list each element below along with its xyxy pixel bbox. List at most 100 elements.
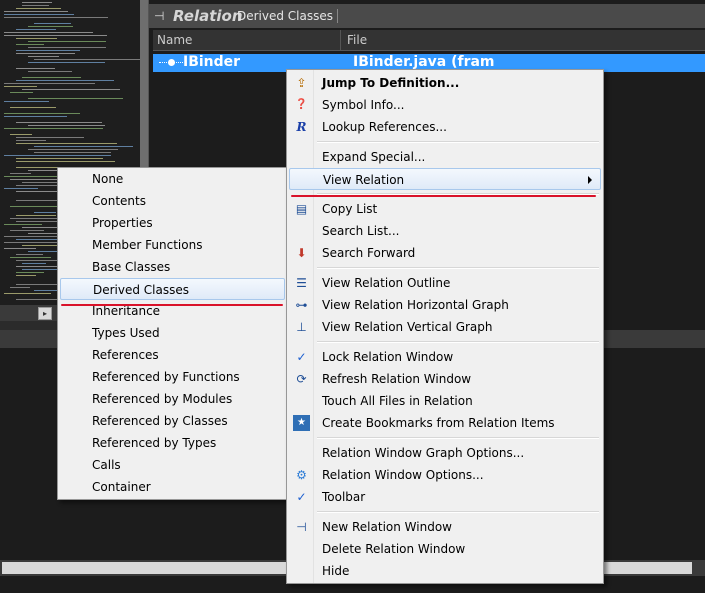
menu-item-expand-special[interactable]: Expand Special... — [289, 146, 601, 168]
submenu-item-member-functions[interactable]: Member Functions — [60, 234, 285, 256]
submenu-item-label: Calls — [92, 458, 121, 472]
menu-item-copy-list[interactable]: ▤ Copy List — [289, 198, 601, 220]
menu-item-label: Delete Relation Window — [322, 542, 466, 556]
refresh-icon: ⟳ — [296, 372, 307, 386]
code-line — [22, 263, 46, 264]
menu-item-relation-window-graph-options[interactable]: Relation Window Graph Options... — [289, 442, 601, 464]
menu-item-label: Jump To Definition... — [322, 76, 460, 90]
code-line — [28, 149, 118, 150]
vertical-graph-icon: ⊥ — [296, 320, 307, 334]
menu-item-label: Lookup References... — [322, 120, 447, 134]
column-name[interactable]: Name — [157, 33, 192, 47]
menu-item-label: Toolbar — [322, 490, 366, 504]
menu-item-search-forward[interactable]: ⬇ Search Forward — [289, 242, 601, 264]
bookmark-icon: ★ — [293, 415, 310, 431]
menu-item-view-relation-vertical-graph[interactable]: ⊥ View Relation Vertical Graph — [289, 316, 601, 338]
menu-separator — [317, 141, 599, 143]
lookup-references-icon: R — [296, 120, 307, 134]
submenu-item-derived-classes[interactable]: Derived Classes — [60, 278, 285, 300]
menu-item-hide[interactable]: Hide — [289, 560, 601, 582]
submenu-item-label: Derived Classes — [93, 283, 190, 297]
submenu-item-calls[interactable]: Calls — [60, 454, 285, 476]
menu-item-search-list[interactable]: Search List... — [289, 220, 601, 242]
relation-titlebar: ⊣ Relation Derived Classes — [149, 4, 705, 28]
code-line — [22, 5, 49, 6]
menu-item-refresh-relation-window[interactable]: ⟳ Refresh Relation Window — [289, 368, 601, 390]
view-relation-submenu: None Contents Properties Member Functions Ba… — [57, 167, 288, 500]
menu-separator — [317, 267, 599, 269]
menu-item-label: Symbol Info... — [322, 98, 405, 112]
menu-item-view-relation-outline[interactable]: ☰ View Relation Outline — [289, 272, 601, 294]
relation-mode-label[interactable]: Derived Classes — [237, 9, 339, 23]
code-line — [28, 62, 105, 63]
code-line — [4, 248, 36, 249]
code-line — [16, 80, 114, 81]
code-line — [4, 113, 80, 114]
menu-item-touch-all-files-in-relation[interactable]: Touch All Files in Relation — [289, 390, 601, 412]
submenu-item-none[interactable]: None — [60, 168, 285, 190]
submenu-item-label: Referenced by Classes — [92, 414, 228, 428]
submenu-item-label: Base Classes — [92, 260, 171, 274]
menu-item-new-relation-window[interactable]: ⊣ New Relation Window — [289, 516, 601, 538]
menu-item-label: Copy List — [322, 202, 378, 216]
column-file[interactable]: File — [347, 33, 367, 47]
submenu-item-referenced-by-modules[interactable]: Referenced by Modules — [60, 388, 285, 410]
code-line — [34, 146, 133, 147]
menu-item-create-bookmarks-from-relation-items[interactable]: ★ Create Bookmarks from Relation Items — [289, 412, 601, 434]
code-line — [16, 68, 55, 69]
submenu-item-properties[interactable]: Properties — [60, 212, 285, 234]
menu-item-delete-relation-window[interactable]: Delete Relation Window — [289, 538, 601, 560]
menu-item-label: View Relation — [323, 173, 405, 187]
menu-item-relation-window-options[interactable]: ⚙ Relation Window Options... — [289, 464, 601, 486]
menu-item-label: Relation Window Options... — [322, 468, 484, 482]
menu-item-label: Create Bookmarks from Relation Items — [322, 416, 555, 430]
menu-item-symbol-info[interactable]: ❓ Symbol Info... — [289, 94, 601, 116]
code-line — [34, 59, 140, 60]
code-line — [22, 89, 120, 90]
menu-item-view-relation-horizontal-graph[interactable]: ⊶ View Relation Horizontal Graph — [289, 294, 601, 316]
menu-item-label: Refresh Relation Window — [322, 372, 472, 386]
code-line — [4, 14, 74, 15]
menu-separator — [317, 437, 599, 439]
submenu-item-label: Referenced by Modules — [92, 392, 233, 406]
submenu-item-references[interactable]: References — [60, 344, 285, 366]
symbol-info-icon: ❓ — [295, 99, 308, 110]
menu-item-label: Search Forward — [322, 246, 416, 260]
menu-item-toolbar[interactable]: ✓ Toolbar — [289, 486, 601, 508]
code-line — [28, 125, 105, 126]
submenu-item-types-used[interactable]: Types Used — [60, 322, 285, 344]
code-line — [16, 254, 43, 255]
submenu-item-referenced-by-types[interactable]: Referenced by Types — [60, 432, 285, 454]
scroll-right-arrow-icon[interactable]: ▸ — [38, 307, 52, 320]
code-line — [16, 158, 103, 159]
submenu-item-referenced-by-classes[interactable]: Referenced by Classes — [60, 410, 285, 432]
relation-tree-icon: ⊣ — [154, 9, 165, 23]
code-line — [28, 71, 72, 72]
code-line — [16, 143, 117, 144]
code-line — [34, 23, 71, 24]
code-line — [4, 128, 103, 129]
code-line — [10, 134, 32, 135]
row-symbol-name: IBinder — [183, 54, 241, 70]
submenu-item-base-classes[interactable]: Base Classes — [60, 256, 285, 278]
submenu-item-container[interactable]: Container — [60, 476, 285, 498]
search-forward-icon: ⬇ — [296, 246, 307, 260]
code-line — [10, 230, 44, 231]
menu-item-view-relation[interactable]: View Relation — [289, 168, 601, 190]
copy-list-icon: ▤ — [295, 202, 308, 216]
menu-item-lock-relation-window[interactable]: ✓ Lock Relation Window — [289, 346, 601, 368]
submenu-item-contents[interactable]: Contents — [60, 190, 285, 212]
submenu-item-referenced-by-functions[interactable]: Referenced by Functions — [60, 366, 285, 388]
menu-item-lookup-references[interactable]: R Lookup References... — [289, 116, 601, 138]
code-line — [16, 53, 75, 54]
code-line — [22, 2, 52, 3]
code-line — [28, 47, 106, 48]
menu-item-jump-to-definition[interactable]: ⇪ Jump To Definition... — [289, 72, 601, 94]
row-file-name: IBinder.java (fram — [353, 54, 495, 70]
annotation-underline — [291, 195, 596, 197]
check-icon: ✓ — [296, 350, 307, 364]
menu-item-label: Lock Relation Window — [322, 350, 454, 364]
code-line — [34, 152, 111, 153]
code-line — [16, 272, 44, 273]
code-line — [4, 176, 59, 177]
